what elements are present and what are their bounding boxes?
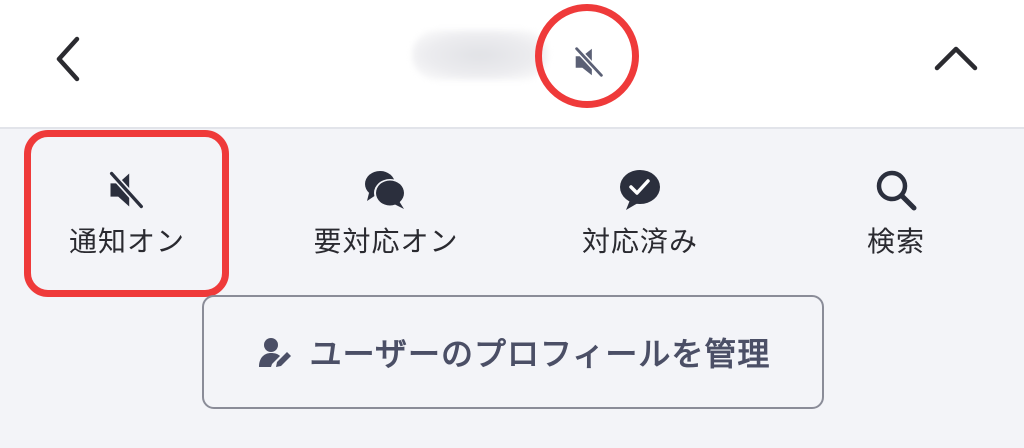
needs-action-on-button[interactable]: 要対応オン	[296, 150, 476, 260]
chat-bubbles-icon	[365, 171, 406, 209]
needs-action-on-label: 要対応オン	[313, 225, 459, 258]
resolved-button[interactable]: 対応済み	[560, 150, 720, 260]
chevron-left-icon	[56, 36, 80, 82]
chevron-up-icon	[934, 46, 978, 71]
speaker-muted-icon	[573, 45, 605, 79]
manage-user-profile-button[interactable]: ユーザーのプロフィールを管理	[202, 295, 824, 409]
speaker-muted-icon	[108, 170, 145, 210]
user-edit-icon	[256, 332, 296, 372]
resolved-label: 対応済み	[581, 225, 698, 258]
chat-action-bar: 通知オン 要対応オン 対応済み 検索	[0, 150, 1024, 260]
search-button[interactable]: 検索	[836, 150, 956, 260]
check-bubble-icon	[620, 170, 660, 210]
back-button[interactable]	[46, 34, 90, 84]
blurred-chat-name	[412, 30, 548, 80]
mute-status-indicator[interactable]	[566, 40, 612, 84]
notification-on-button[interactable]: 通知オン	[42, 150, 212, 260]
search-icon	[876, 170, 917, 211]
notification-on-label: 通知オン	[68, 225, 185, 258]
collapse-button[interactable]	[928, 36, 984, 80]
chat-header	[0, 0, 1024, 129]
manage-user-profile-label: ユーザーのプロフィールを管理	[309, 335, 771, 373]
search-label: 検索	[866, 225, 925, 258]
